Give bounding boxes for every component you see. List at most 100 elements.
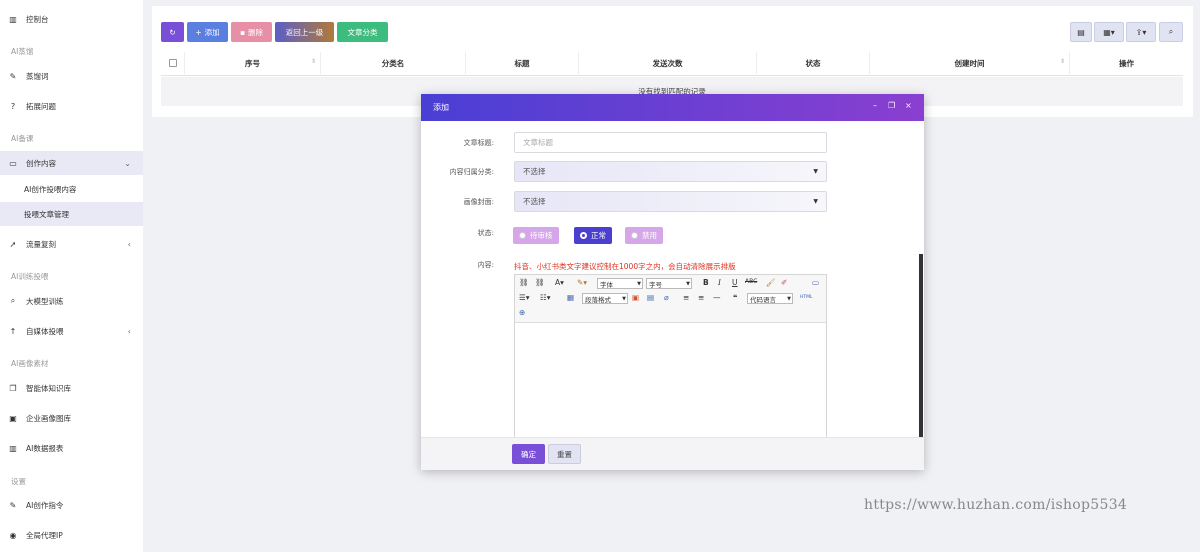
sidebar-item-traffic-copy[interactable]: ➚ 流量复刻 ‹ <box>0 232 143 256</box>
column-header: 分类名 <box>321 52 466 74</box>
sidebar-item-ai-commands[interactable]: ✎ AI创作指令 <box>0 493 143 517</box>
bold-icon[interactable]: B <box>703 278 709 287</box>
category-button-label: 文章分类 <box>347 27 378 37</box>
highlight-icon[interactable]: ✎▾ <box>577 278 587 287</box>
cover-label: 画像封面: <box>463 198 494 206</box>
paragraph-format-select[interactable]: 段落格式 ▼ <box>582 293 628 304</box>
align-center-icon[interactable]: ≡ <box>698 293 704 302</box>
sidebar-item-company-images[interactable]: ▣ 企业画像图库 <box>0 406 143 430</box>
editor-toolbar: ⛓ ⛓ A▾ ✎▾ 字体 ▼ 字号 ▼ B I U ABC 🖌 ✐ ▭ ☰▾ ☷▾ … <box>515 275 826 323</box>
font-color-icon[interactable]: A▾ <box>555 278 564 287</box>
column-header: 标题 <box>466 52 579 74</box>
editor-content-area[interactable] <box>515 323 826 438</box>
sidebar-item-label: 流量复刻 <box>26 239 56 249</box>
tag-icon: ✎ <box>9 500 17 510</box>
chart-icon: ▥ <box>9 14 17 24</box>
image-icon[interactable]: ▣ <box>632 293 639 302</box>
tag-icon: ✎ <box>9 71 17 81</box>
add-button[interactable]: + 添加 <box>187 22 228 42</box>
unordered-list-icon[interactable]: ☷▾ <box>540 293 551 302</box>
restore-icon[interactable]: ❐ <box>888 101 895 110</box>
column-header: 操作 <box>1070 52 1183 74</box>
font-size-select[interactable]: 字号 ▼ <box>646 278 692 289</box>
strikethrough-icon[interactable]: ABC <box>745 278 757 285</box>
sidebar-subitem-ai-create[interactable]: AI创作投喂内容 <box>0 177 143 201</box>
unlink-icon[interactable]: ⛓ <box>535 278 545 287</box>
folder-open-icon: ▭ <box>9 158 17 168</box>
back-button[interactable]: 返回上一级 <box>275 22 334 42</box>
sidebar-item-dashboard[interactable]: ▥ 控制台 <box>0 7 143 31</box>
column-header[interactable]: 序号 ⇕ <box>185 52 321 74</box>
checkbox-icon <box>168 59 177 67</box>
trash-icon: ▪ <box>239 27 246 37</box>
search-button[interactable]: ⌕ <box>1159 22 1183 42</box>
sidebar-item-label: 拓展问题 <box>26 101 56 111</box>
select-all-checkbox[interactable] <box>161 52 185 74</box>
chevron-left-icon: ‹ <box>127 326 131 336</box>
globe-icon: ◉ <box>9 530 17 540</box>
video-icon[interactable]: ▤ <box>647 293 654 302</box>
ordered-list-icon[interactable]: ☰▾ <box>519 293 530 302</box>
delete-button[interactable]: ▪ 删除 <box>231 22 272 42</box>
sidebar-item-global-proxy[interactable]: ◉ 全局代理IP <box>0 523 143 547</box>
zoom-icon[interactable]: ⊕ <box>519 308 525 317</box>
reset-button[interactable]: 重置 <box>548 444 581 464</box>
eraser-icon[interactable]: ✐ <box>781 278 787 287</box>
attachment-icon[interactable]: ⌀ <box>664 293 669 302</box>
sidebar-item-ai-report[interactable]: ▥ AI数据报表 <box>0 436 143 460</box>
title-placeholder: 文章标题 <box>523 138 553 147</box>
columns-button[interactable]: ▦▾ <box>1094 22 1124 42</box>
horizontal-rule-icon[interactable]: — <box>713 293 721 302</box>
sidebar-item-self-media[interactable]: ↑ 自媒体投喂 ‹ <box>0 319 143 343</box>
font-family-select[interactable]: 字体 ▼ <box>597 278 643 289</box>
radio-label: 正常 <box>591 231 606 240</box>
html-source-icon[interactable]: HTML <box>800 295 813 300</box>
toggle-view-button[interactable]: ▤ <box>1070 22 1092 42</box>
caret-down-icon: ▼ <box>686 280 690 287</box>
status-radio-pending[interactable]: 待审核 <box>513 227 559 244</box>
code-language-value: 代码语言 <box>750 295 776 304</box>
status-radio-disabled[interactable]: 禁用 <box>625 227 663 244</box>
sidebar-item-label: AI创作指令 <box>26 500 64 510</box>
format-painter-icon[interactable]: 🖌 <box>766 278 776 287</box>
fullscreen-icon[interactable]: ▭ <box>812 278 819 287</box>
plus-icon: + <box>195 27 202 37</box>
radio-label: 禁用 <box>642 231 657 240</box>
column-header: 发送次数 <box>579 52 757 74</box>
sidebar-item-expand-questions[interactable]: ? 拓展问题 <box>0 94 143 118</box>
sidebar-subitem-article-manage[interactable]: 投喂文章管理 <box>0 202 143 226</box>
sidebar-item-llm-train[interactable]: ⌕ 大模型训练 <box>0 289 143 313</box>
cover-select[interactable]: 不选择 ▼ <box>514 191 827 212</box>
sidebar-section-title: AI画像素材 <box>11 359 49 368</box>
rocket-icon: ➚ <box>9 239 17 249</box>
code-language-select[interactable]: 代码语言 ▼ <box>747 293 793 304</box>
refresh-button[interactable]: ↻ <box>161 22 184 42</box>
status-radio-normal[interactable]: 正常 <box>574 227 612 244</box>
close-icon[interactable]: × <box>905 101 912 110</box>
quote-icon[interactable]: ❝ <box>733 293 737 302</box>
link-icon[interactable]: ⛓ <box>519 278 529 287</box>
category-button[interactable]: 文章分类 <box>337 22 388 42</box>
copy-icon: ❐ <box>9 383 17 393</box>
category-select[interactable]: 不选择 ▼ <box>514 161 827 182</box>
align-left-icon[interactable]: ≡ <box>683 293 689 302</box>
confirm-button[interactable]: 确定 <box>512 444 545 464</box>
content-label: 内容: <box>477 261 494 269</box>
rich-text-editor[interactable]: ⛓ ⛓ A▾ ✎▾ 字体 ▼ 字号 ▼ B I U ABC 🖌 ✐ ▭ ☰▾ ☷▾ … <box>514 274 827 439</box>
column-header-label: 序号 <box>245 58 260 68</box>
dialog-scrollbar[interactable] <box>919 254 923 437</box>
italic-icon[interactable]: I <box>718 278 721 287</box>
underline-icon[interactable]: U <box>732 278 738 287</box>
sidebar-item-knowledge[interactable]: ❐ 智能体知识库 <box>0 376 143 400</box>
radio-checked-icon <box>580 232 587 239</box>
table-icon[interactable]: ▦ <box>567 293 574 302</box>
column-header-label: 发送次数 <box>652 58 683 68</box>
export-button[interactable]: ⇪▾ <box>1126 22 1156 42</box>
minimize-icon[interactable]: – <box>873 101 877 110</box>
sidebar-item-prompt-words[interactable]: ✎ 蒸馏词 <box>0 64 143 88</box>
title-input[interactable]: 文章标题 <box>514 132 827 153</box>
sidebar-item-label: 大模型训练 <box>26 296 64 306</box>
title-label: 文章标题: <box>463 139 494 147</box>
column-header[interactable]: 创建时间 ⇕ <box>870 52 1070 74</box>
sidebar-item-create-content[interactable]: ▭ 创作内容 ⌄ <box>0 151 143 175</box>
